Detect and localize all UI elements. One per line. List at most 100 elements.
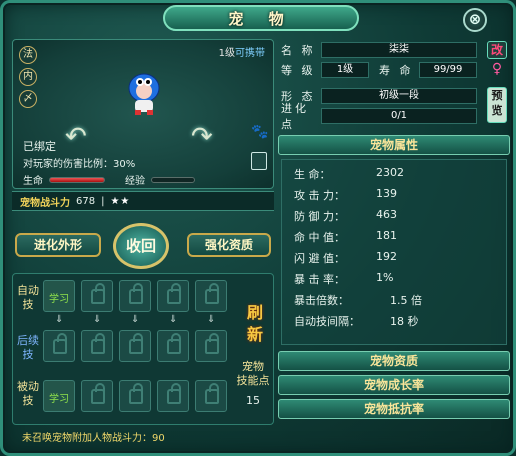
attr-row: 攻 击 力： 139 [294,187,397,205]
exp-bar [151,176,195,183]
lock-icon [129,283,143,304]
refresh-skills-button[interactable]: 刷新 [245,302,265,346]
attr-key: 闪 避 值： [294,252,345,265]
rename-button[interactable]: 改 [487,41,507,59]
recall-button[interactable]: 收回 [113,223,169,269]
footer-note: 未召唤宠物附加人物战斗力：90 [22,433,165,444]
level-field: 1级 [321,62,369,78]
attr-key: 攻 击 力： [294,189,345,202]
skill-slot-locked[interactable] [119,280,151,312]
follow-skill-label: 后续 技 [17,334,39,361]
lock-icon [205,283,219,304]
rotate-right-icon[interactable]: ↷ [191,122,213,152]
passive-skill-label: 被动 技 [17,380,39,407]
attr-key: 暴 击 率： [294,273,345,286]
skill-slot-locked[interactable] [43,330,75,362]
lock-icon [167,283,181,304]
pet-growth-header[interactable]: 宠物成长率 [278,375,510,395]
lock-icon [205,383,219,404]
learn-label: 学习 [49,294,69,305]
attributes-header[interactable]: 宠物属性 [278,135,510,155]
lock-icon [91,333,105,354]
preview-button[interactable]: 预 览 [487,87,507,123]
lock-icon [205,333,219,354]
lock-icon [129,333,143,354]
paw-icon[interactable]: 🐾 [251,124,268,140]
pet-power-row: 宠物战斗力 678 | ★★ [12,191,274,211]
hp-exp-row: 生命 经验 [23,172,195,187]
skill-slot-locked[interactable] [157,280,189,312]
attr-row: 命 中 值： 181 [294,229,397,247]
attr-row: 生 命： 2302 [294,166,404,184]
side-tab-other[interactable]: 〆 [19,90,37,108]
life-field: 99/99 [419,62,477,78]
skill-slot-locked[interactable] [157,380,189,412]
skill-points-label: 宠物 技能点 [236,360,270,387]
attr-row: 暴击倍数： 1.5 倍 [294,292,422,310]
skill-slot-learn[interactable]: 学习 [43,280,75,312]
window-title: 宠 物 [163,5,359,31]
skill-slot-locked[interactable] [157,330,189,362]
pet-quality-header[interactable]: 宠物资质 [278,351,510,371]
skill-slot-locked[interactable] [119,330,151,362]
evolution-row: 进化点 0/1 [281,102,477,131]
attr-value: 463 [376,208,397,221]
rotate-left-icon[interactable]: ↶ [65,122,87,152]
attr-value: 192 [376,250,397,263]
exp-label: 经验 [125,176,145,187]
close-icon[interactable]: ⊗ [463,8,487,32]
arrow-down-icon: ⇓ [131,314,140,325]
attributes-panel: 生 命： 2302 攻 击 力： 139 防 御 力： 463 命 中 值： 181 闪… [281,159,507,345]
pet-level-text: 1级 [218,48,235,59]
skill-slot-locked[interactable] [81,330,113,362]
pet-sprite-image [128,73,160,115]
skill-slot-locked[interactable] [81,280,113,312]
skill-slot-locked[interactable] [119,380,151,412]
trash-icon[interactable] [251,152,267,170]
enhance-quality-button[interactable]: 强化资质 [187,233,271,257]
hp-bar [49,176,105,183]
lock-icon [91,283,105,304]
evolution-label: 进化点 [281,102,309,131]
level-carry-text: 1级可携带 [219,44,265,59]
gender-female-icon: ♀ [491,61,503,77]
attr-value: 139 [376,187,397,200]
level-label: 等 级 [281,64,316,77]
auto-skill-label: 自动 技 [17,284,39,311]
power-sep: | [101,195,105,207]
skill-slot-locked[interactable] [195,380,227,412]
attr-key: 暴击倍数： [294,294,349,307]
evolution-field: 0/1 [321,108,477,124]
pet-window: 宠 物 ⊗ 法 内 〆 1级可携带 ↶ ↷ 🐾 已绑定 对玩家的伤害比例：30%… [0,0,516,456]
attr-key: 自动技间隔： [294,315,360,328]
skills-panel: 自动 技 后续 技 被动 技 学习 ⇓ ⇓ ⇓ ⇓ ⇓ 学习 刷新 宠物 技能点… [12,273,274,425]
side-tab-fa[interactable]: 法 [19,46,37,64]
arrow-down-icon: ⇓ [169,314,178,325]
lock-icon [167,383,181,404]
carry-text: 可携带 [235,48,265,59]
attr-key: 防 御 力： [294,210,345,223]
star-rating: ★★ [110,195,131,207]
arrow-down-icon: ⇓ [93,314,102,325]
attr-row: 防 御 力： 463 [294,208,397,226]
skill-slot-learn[interactable]: 学习 [43,380,75,412]
attr-value: 18 秒 [390,315,419,328]
skill-slot-locked[interactable] [195,280,227,312]
pet-resist-header[interactable]: 宠物抵抗率 [278,399,510,419]
attr-row: 自动技间隔： 18 秒 [294,313,419,331]
life-label: 寿 命 [379,64,414,77]
skill-slot-locked[interactable] [195,330,227,362]
enhance-look-button[interactable]: 进化外形 [15,233,101,257]
skill-slot-locked[interactable] [81,380,113,412]
arrow-down-icon: ⇓ [55,314,64,325]
name-label: 名 称 [281,44,316,57]
level-life-row: 等 级 1级 寿 命 99/99 [281,61,477,79]
power-value: 678 [76,195,96,207]
side-tab-nei[interactable]: 内 [19,68,37,86]
lock-icon [53,333,67,354]
attr-value: 1% [376,271,394,284]
attr-key: 生 命： [294,168,331,181]
bound-status: 已绑定 [23,140,56,153]
lock-icon [167,333,181,354]
attr-value: 181 [376,229,397,242]
